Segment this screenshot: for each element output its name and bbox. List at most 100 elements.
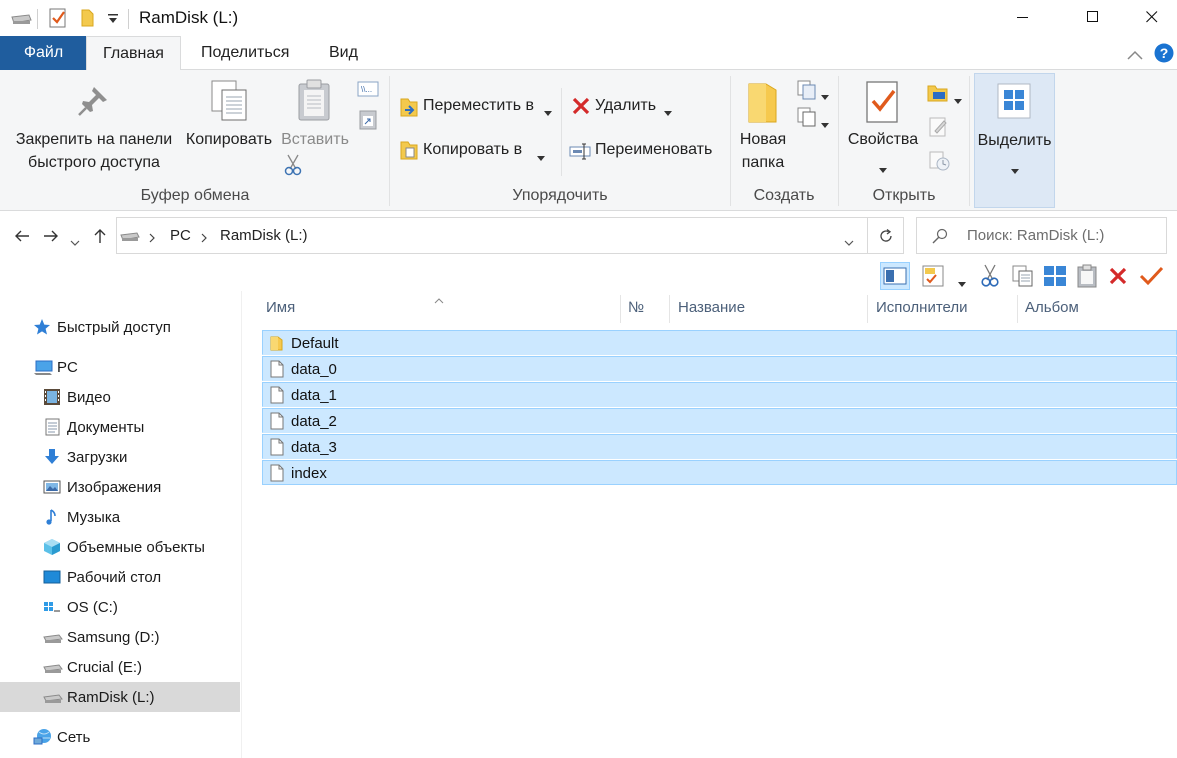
nav-pc[interactable]: PC	[0, 352, 240, 382]
drive-icon	[43, 628, 63, 646]
column-header-album[interactable]: Альбом	[1025, 299, 1079, 316]
open-dropdown-icon[interactable]	[954, 91, 962, 108]
cut-icon[interactable]	[980, 264, 1000, 292]
new-item-icon[interactable]	[797, 80, 819, 104]
move-to-dropdown-icon[interactable]	[544, 103, 552, 120]
nav-ramdisk-drive[interactable]: RamDisk (L:)	[0, 682, 240, 712]
nav-documents[interactable]: Документы	[0, 412, 240, 442]
forward-icon[interactable]	[43, 229, 59, 247]
select-all-icon[interactable]	[1043, 265, 1067, 291]
column-separator[interactable]	[867, 295, 868, 323]
organize-group-label: Упорядочить	[512, 187, 608, 204]
properties-toolbar-icon[interactable]	[922, 265, 946, 291]
cut-icon[interactable]	[284, 154, 302, 180]
new-folder-label-2: папка	[741, 154, 785, 171]
column-separator[interactable]	[669, 295, 670, 323]
close-button[interactable]	[1129, 0, 1175, 34]
up-icon[interactable]	[93, 228, 107, 248]
nav-os-drive[interactable]: OS (C:)	[0, 592, 240, 622]
paste-icon[interactable]	[1077, 264, 1097, 292]
list-item[interactable]: index	[262, 460, 1177, 485]
copy-button[interactable]: Копировать	[180, 128, 278, 151]
svg-text:\\...: \\...	[361, 85, 372, 94]
new-item-dropdown-icon[interactable]	[821, 87, 829, 104]
maximize-button[interactable]	[1070, 0, 1116, 34]
computer-icon	[33, 358, 53, 376]
paste-shortcut-icon[interactable]	[358, 108, 378, 134]
nav-downloads[interactable]: Загрузки	[0, 442, 240, 472]
open-icon[interactable]	[927, 83, 949, 107]
properties-dropdown-icon[interactable]	[879, 160, 887, 177]
collapse-ribbon-icon[interactable]	[1127, 47, 1143, 64]
nav-samsung-drive[interactable]: Samsung (D:)	[0, 622, 240, 652]
copy-icon[interactable]	[1012, 265, 1034, 291]
minimize-icon	[1017, 17, 1028, 18]
tab-share[interactable]: Поделиться	[187, 36, 303, 70]
nav-music[interactable]: Музыка	[0, 502, 240, 532]
toolbar-dropdown-icon[interactable]	[958, 274, 966, 291]
copy-to-button[interactable]: Копировать в	[423, 141, 522, 159]
new-folder-button[interactable]: Новая папка	[733, 128, 793, 174]
help-icon[interactable]: ?	[1154, 43, 1174, 67]
list-item[interactable]: data_0	[262, 356, 1177, 381]
list-item[interactable]: data_3	[262, 434, 1177, 459]
address-bar[interactable]: PC RamDisk (L:)	[116, 217, 868, 254]
edit-icon[interactable]	[929, 116, 949, 142]
nav-quick-access[interactable]: Быстрый доступ	[0, 312, 240, 342]
delete-button[interactable]: Удалить	[595, 97, 656, 115]
paste-icon	[297, 79, 333, 127]
nav-desktop[interactable]: Рабочий стол	[0, 562, 240, 592]
properties-button[interactable]: Свойства	[842, 128, 924, 151]
tab-home[interactable]: Главная	[86, 36, 181, 71]
organize-inner-separator	[561, 88, 562, 176]
preview-pane-icon[interactable]	[880, 262, 910, 290]
column-header-artists[interactable]: Исполнители	[876, 299, 968, 316]
nav-pictures[interactable]: Изображения	[0, 472, 240, 502]
easy-access-icon[interactable]	[797, 107, 819, 131]
delete-icon[interactable]	[1108, 266, 1128, 290]
nav-pc-label: PC	[57, 359, 78, 376]
column-header-number[interactable]: №	[628, 299, 644, 316]
refresh-button[interactable]	[868, 217, 904, 254]
ribbon-tabs: Файл Главная Поделиться Вид ?	[0, 36, 1177, 71]
column-separator[interactable]	[620, 295, 621, 323]
breadcrumb-chevron-icon[interactable]	[149, 230, 155, 247]
video-icon	[43, 388, 61, 406]
breadcrumb-ramdisk[interactable]: RamDisk (L:)	[220, 227, 308, 244]
column-separator[interactable]	[1017, 295, 1018, 323]
copy-to-dropdown-icon[interactable]	[537, 148, 545, 165]
address-history-icon[interactable]	[844, 233, 854, 250]
minimize-button[interactable]	[1000, 0, 1046, 34]
delete-dropdown-icon[interactable]	[664, 103, 672, 120]
customize-toolbar-icon[interactable]	[107, 12, 119, 29]
nav-3d-objects[interactable]: Объемные объекты	[0, 532, 240, 562]
new-folder-quick-icon[interactable]	[80, 8, 96, 32]
column-header-title[interactable]: Название	[678, 299, 745, 316]
tab-file[interactable]: Файл	[0, 36, 87, 70]
back-icon[interactable]	[14, 229, 30, 247]
column-header-name[interactable]: Имя	[266, 299, 295, 316]
pin-quick-access-button[interactable]: Закрепить на панели быстрого доступа	[8, 128, 180, 174]
select-button[interactable]: Выделить	[974, 73, 1055, 208]
list-item[interactable]: Default	[262, 330, 1177, 355]
recent-locations-icon[interactable]	[70, 233, 80, 250]
history-icon[interactable]	[929, 150, 951, 176]
list-item[interactable]: data_1	[262, 382, 1177, 407]
rename-button[interactable]: Переименовать	[595, 141, 712, 159]
3d-objects-icon	[43, 538, 61, 556]
nav-crucial-drive[interactable]: Crucial (E:)	[0, 652, 240, 682]
breadcrumb-pc[interactable]: PC	[170, 227, 191, 244]
checkmark-icon[interactable]	[1138, 265, 1164, 291]
nav-network[interactable]: Сеть	[0, 722, 240, 752]
breadcrumb-chevron-icon[interactable]	[201, 230, 207, 247]
paste-button[interactable]: Вставить	[278, 128, 352, 151]
properties-quick-icon[interactable]	[48, 7, 68, 33]
file-name: Default	[291, 335, 339, 352]
move-to-button[interactable]: Переместить в	[423, 97, 534, 115]
nav-video[interactable]: Видео	[0, 382, 240, 412]
search-input[interactable]: Поиск: RamDisk (L:)	[916, 217, 1167, 254]
easy-access-dropdown-icon[interactable]	[821, 115, 829, 132]
copy-path-icon[interactable]: \\...	[357, 81, 379, 101]
tab-view[interactable]: Вид	[315, 36, 372, 70]
list-item[interactable]: data_2	[262, 408, 1177, 433]
